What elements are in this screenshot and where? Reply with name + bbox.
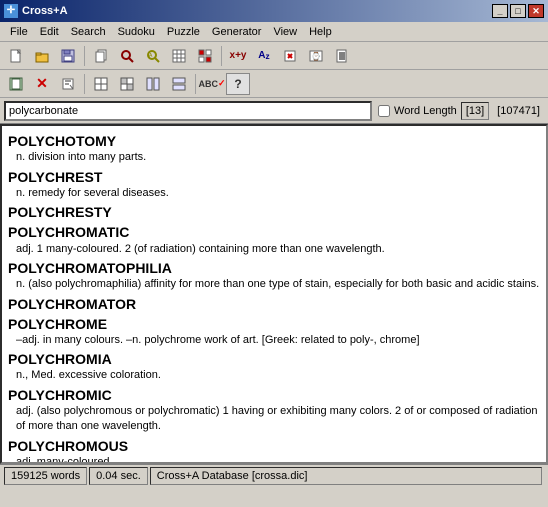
grid3-button[interactable]: [141, 73, 165, 95]
word-length-checkbox[interactable]: [378, 105, 390, 117]
window-controls: _ □ ✕: [492, 4, 544, 18]
entry-word: POLYCHROMATOR: [8, 295, 540, 313]
entry-word: POLYCHROMIC: [8, 386, 540, 404]
close-button[interactable]: ✕: [528, 4, 544, 18]
entry-definition: n. (also polychromaphilia) affinity for …: [16, 277, 540, 292]
minimize-button[interactable]: _: [492, 4, 508, 18]
delete-button[interactable]: ✕: [30, 73, 54, 95]
entry-definition: –adj. in many colours. –n. polychrome wo…: [16, 333, 540, 348]
sep3: [84, 74, 85, 94]
toolbar-secondary: ✕ ABC✓ ?: [0, 70, 548, 98]
toolbar-main: A x+y Az ⌚: [0, 42, 548, 70]
sep2: [221, 46, 222, 66]
tool2-button[interactable]: Az: [252, 45, 276, 67]
grid-button[interactable]: [167, 45, 191, 67]
menu-help[interactable]: Help: [303, 24, 338, 40]
open-button[interactable]: [30, 45, 54, 67]
tool3-button[interactable]: [278, 45, 302, 67]
menu-file[interactable]: File: [4, 24, 34, 40]
menu-generator[interactable]: Generator: [206, 24, 268, 40]
menu-edit[interactable]: Edit: [34, 24, 65, 40]
entry-definition: n., Med. excessive coloration.: [16, 368, 540, 383]
entry-word: POLYCHROMATOPHILIA: [8, 259, 540, 277]
entry-word: POLYCHROMOUS: [8, 437, 540, 455]
menu-view[interactable]: View: [267, 24, 303, 40]
tool4-button[interactable]: ⌚: [304, 45, 328, 67]
entry-word: POLYCHROMATIC: [8, 223, 540, 241]
status-database: Cross+A Database [crossa.dic]: [150, 467, 542, 485]
results-list[interactable]: POLYCHOTOMYn. division into many parts. P…: [0, 124, 548, 464]
menu-puzzle[interactable]: Puzzle: [161, 24, 206, 40]
status-word-count: 159125 words: [4, 467, 87, 485]
grid2-button[interactable]: [115, 73, 139, 95]
grid1-button[interactable]: [89, 73, 113, 95]
entry-definition: adj. 1 many-coloured. 2 (of radiation) c…: [16, 242, 540, 257]
word-length-label: Word Length: [394, 105, 457, 117]
word-count-value: [107471]: [493, 105, 544, 117]
menu-search[interactable]: Search: [65, 24, 112, 40]
edit-button[interactable]: [56, 73, 80, 95]
tool5-button[interactable]: [330, 45, 354, 67]
menu-bar: File Edit Search Sudoku Puzzle Generator…: [0, 22, 548, 42]
status-bar: 159125 words 0.04 sec. Cross+A Database …: [0, 464, 548, 486]
search-bar: Word Length [13] [107471]: [0, 98, 548, 124]
menu-sudoku[interactable]: Sudoku: [112, 24, 161, 40]
grid4-button[interactable]: [167, 73, 191, 95]
word-length-section: Word Length [13] [107471]: [378, 102, 544, 120]
entry-word: POLYCHRESTY: [8, 203, 540, 221]
sep4: [195, 74, 196, 94]
app-icon: ✛: [4, 4, 18, 18]
app-title: Cross+A: [22, 5, 68, 17]
help-button[interactable]: ?: [226, 73, 250, 95]
entry-word: POLYCHREST: [8, 168, 540, 186]
save-button[interactable]: [56, 45, 80, 67]
entry-word: POLYCHROMIA: [8, 350, 540, 368]
svg-text:⌚: ⌚: [311, 51, 321, 61]
entry-definition: adj. (also polychromous or polychromatic…: [16, 404, 540, 435]
new-button[interactable]: [4, 45, 28, 67]
entry-word: POLYCHOTOMY: [8, 132, 540, 150]
find-button[interactable]: [115, 45, 139, 67]
fill-button[interactable]: [193, 45, 217, 67]
copy-button[interactable]: [89, 45, 113, 67]
entry-definition: adj. many-coloured.: [16, 455, 540, 464]
maximize-button[interactable]: □: [510, 4, 526, 18]
entry-definition: n. remedy for several diseases.: [16, 186, 540, 201]
spell-button[interactable]: ABC✓: [200, 73, 224, 95]
sep1: [84, 46, 85, 66]
entry-word: POLYCHROME: [8, 315, 540, 333]
find2-button[interactable]: A: [141, 45, 165, 67]
search-input[interactable]: [4, 101, 372, 121]
title-bar: ✛ Cross+A _ □ ✕: [0, 0, 548, 22]
tool1-button[interactable]: x+y: [226, 45, 250, 67]
status-time: 0.04 sec.: [89, 467, 148, 485]
word-length-value: [13]: [461, 102, 489, 120]
back-button[interactable]: [4, 73, 28, 95]
entry-definition: n. division into many parts.: [16, 150, 540, 165]
